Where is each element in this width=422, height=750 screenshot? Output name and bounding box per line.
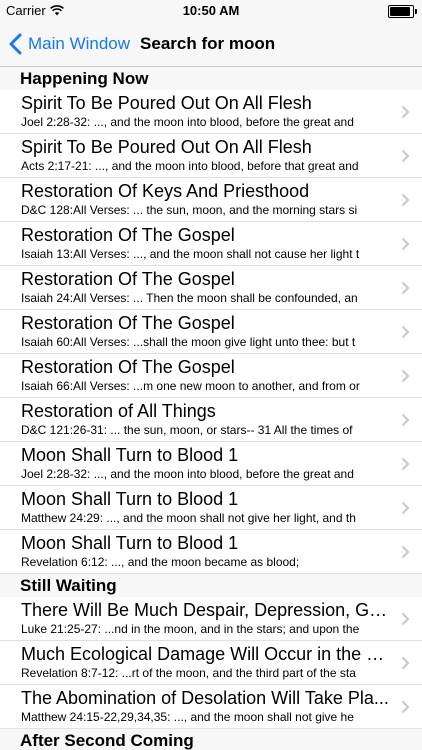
list-item-subtitle: D&C 128:All Verses: ... the sun, moon, a… [21, 203, 358, 217]
back-chevron-icon [9, 33, 22, 55]
page-title: Search for moon [140, 34, 276, 53]
chevron-right-icon [401, 413, 410, 427]
chevron-right-icon [401, 501, 410, 515]
list-item-title: Much Ecological Damage Will Occur in the… [21, 644, 391, 664]
list-item-title: Moon Shall Turn to Blood 1 [21, 533, 239, 553]
list-item-subtitle: Matthew 24:29: ..., and the moon shall n… [21, 511, 356, 525]
list-item[interactable]: Restoration Of Keys And Priesthood D&C 12… [0, 178, 422, 222]
list-item[interactable]: Moon Shall Turn to Blood 1 Joel 2:28-32: … [0, 442, 422, 486]
back-button-label: Main Window [28, 34, 131, 53]
list-item[interactable]: Spirit To Be Poured Out On All Flesh Joel… [0, 90, 422, 134]
list-item[interactable]: Restoration Of The Gospel Isaiah 24:All V… [0, 266, 422, 310]
list-item-title: Restoration Of The Gospel [21, 313, 235, 333]
section-header: Still Waiting [0, 574, 422, 597]
list-item-subtitle: Revelation 6:12: ..., and the moon becam… [21, 555, 300, 569]
list-item-title: Restoration Of The Gospel [21, 269, 235, 289]
list-item-title: Spirit To Be Poured Out On All Flesh [21, 93, 312, 113]
list-item[interactable]: Much Ecological Damage Will Occur in the… [0, 641, 422, 685]
list-item-title: Restoration Of Keys And Priesthood [21, 181, 310, 201]
list-item-subtitle: Isaiah 66:All Verses: ...m one new moon … [21, 379, 360, 393]
list-item-subtitle: Matthew 24:15-22,29,34,35: ..., and the … [21, 710, 354, 724]
chevron-right-icon [401, 457, 410, 471]
list-item-subtitle: Isaiah 13:All Verses: ..., and the moon … [21, 247, 360, 261]
battery-level [390, 7, 410, 16]
list-item-title: Spirit To Be Poured Out On All Flesh [21, 137, 312, 157]
list-item[interactable]: Restoration Of The Gospel Isaiah 66:All V… [0, 354, 422, 398]
status-bar: Carrier 10:50 AM [0, 0, 422, 22]
status-time: 10:50 AM [182, 3, 240, 18]
list-item-title: Restoration Of The Gospel [21, 357, 235, 377]
list-item-subtitle: Joel 2:28-32: ..., and the moon into blo… [21, 115, 354, 129]
list-item[interactable]: The Abomination of Desolation Will Take … [0, 685, 422, 729]
chevron-right-icon [401, 545, 410, 559]
list-item-subtitle: D&C 121:26-31: ... the sun, moon, or sta… [21, 423, 353, 437]
list-item-subtitle: Acts 2:17-21: ..., and the moon into blo… [21, 159, 359, 173]
list-item[interactable]: There Will Be Much Despair, Depression, … [0, 597, 422, 641]
chevron-right-icon [401, 281, 410, 295]
list-item-title: There Will Be Much Despair, Depression, … [21, 600, 391, 620]
list-item-title: Moon Shall Turn to Blood 1 [21, 445, 239, 465]
chevron-right-icon [401, 656, 410, 670]
battery-icon [388, 5, 417, 18]
results-list[interactable]: Happening Now Spirit To Be Poured Out On … [0, 67, 422, 750]
section-header: Happening Now [0, 67, 422, 90]
chevron-right-icon [401, 369, 410, 383]
list-item[interactable]: Restoration Of The Gospel Isaiah 60:All V… [0, 310, 422, 354]
list-item[interactable]: Moon Shall Turn to Blood 1 Matthew 24:29:… [0, 486, 422, 530]
list-item-title: Restoration Of The Gospel [21, 225, 235, 245]
chevron-right-icon [401, 237, 410, 251]
list-item-subtitle: Luke 21:25-27: ...nd in the moon, and in… [21, 622, 360, 636]
list-item[interactable]: Restoration Of The Gospel Isaiah 13:All V… [0, 222, 422, 266]
navigation-bar: Main Window Search for moon [0, 22, 422, 67]
back-button[interactable]: Main Window [0, 33, 130, 55]
chevron-right-icon [401, 105, 410, 119]
list-item-subtitle: Isaiah 60:All Verses: ...shall the moon … [21, 335, 356, 349]
list-item-title: Restoration of All Things [21, 401, 216, 421]
list-item-subtitle: Revelation 8:7-12: ...rt of the moon, an… [21, 666, 356, 680]
list-item-subtitle: Isaiah 24:All Verses: ... Then the moon … [21, 291, 358, 305]
section-header: After Second Coming [0, 729, 422, 750]
list-item[interactable]: Spirit To Be Poured Out On All Flesh Acts… [0, 134, 422, 178]
list-item-subtitle: Joel 2:28-32: ..., and the moon into blo… [21, 467, 354, 481]
chevron-right-icon [401, 700, 410, 714]
list-item-title: Moon Shall Turn to Blood 1 [21, 489, 239, 509]
chevron-right-icon [401, 149, 410, 163]
chevron-right-icon [401, 325, 410, 339]
chevron-right-icon [401, 193, 410, 207]
list-item[interactable]: Moon Shall Turn to Blood 1 Revelation 6:1… [0, 530, 422, 574]
chevron-right-icon [401, 612, 410, 626]
list-item[interactable]: Restoration of All Things D&C 121:26-31: … [0, 398, 422, 442]
list-item-title: The Abomination of Desolation Will Take … [21, 688, 389, 708]
